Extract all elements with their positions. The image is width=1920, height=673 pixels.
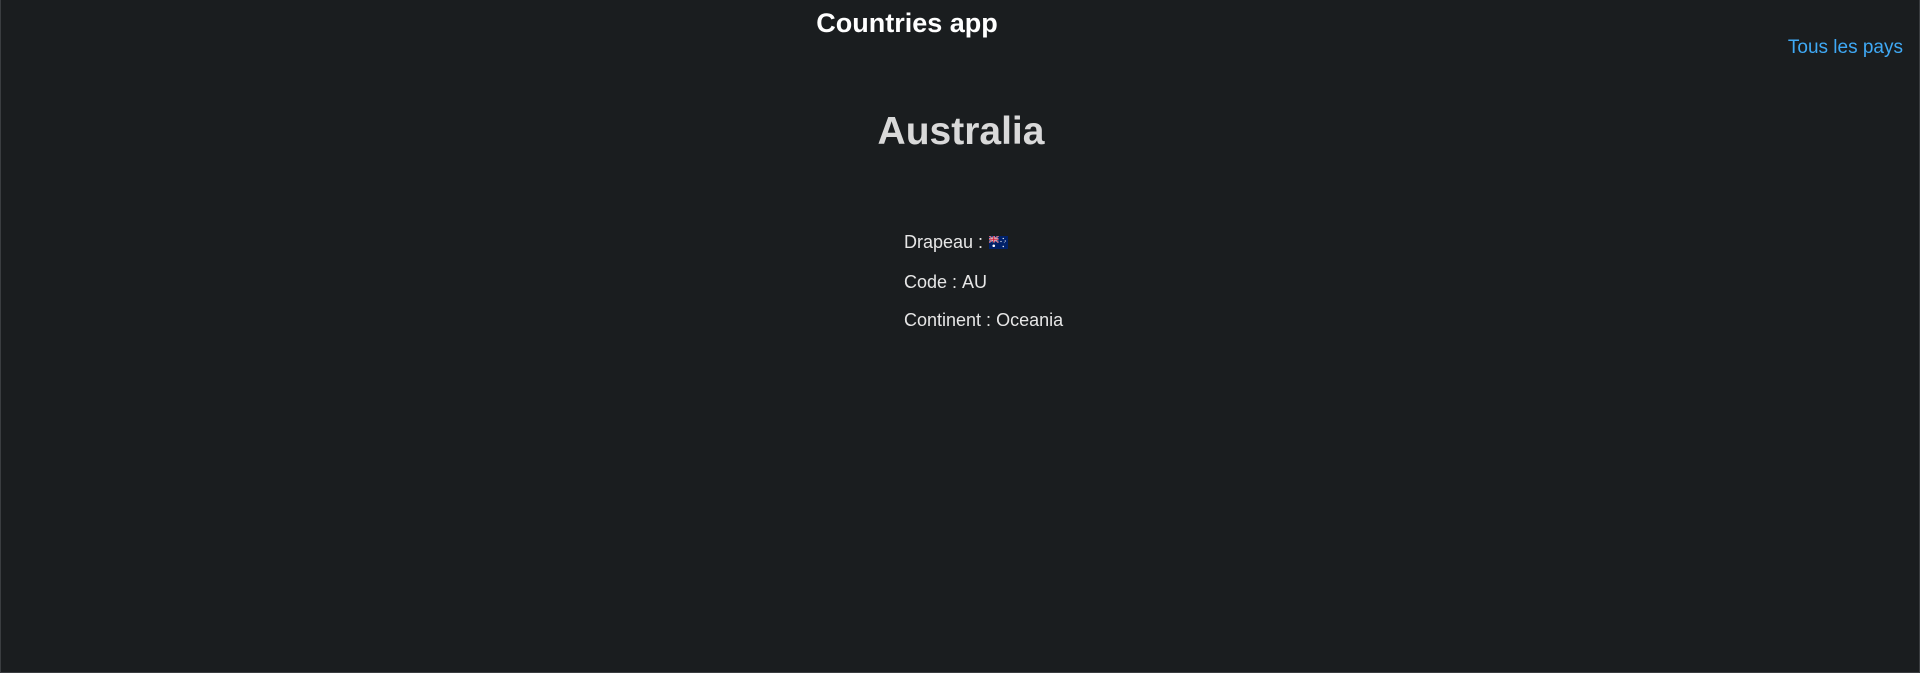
country-name: Australia: [877, 110, 1045, 153]
continent-label: Continent :: [904, 309, 997, 330]
flag-label: Drapeau :: [904, 231, 984, 252]
australia-flag-icon: [989, 235, 1009, 249]
continent-value: Oceania: [996, 309, 1064, 330]
code-row: Code : AU: [904, 270, 1063, 294]
continent-row: Continent : Oceania: [904, 308, 1063, 332]
app-title: Countries app: [816, 8, 998, 38]
flag-row: Drapeau :: [904, 230, 1063, 254]
all-countries-link[interactable]: Tous les pays: [1788, 37, 1903, 59]
code-label: Code :: [904, 271, 963, 292]
code-value: AU: [962, 271, 988, 292]
country-details: Drapeau : Code : AU Continent : Oceania: [904, 230, 1063, 346]
